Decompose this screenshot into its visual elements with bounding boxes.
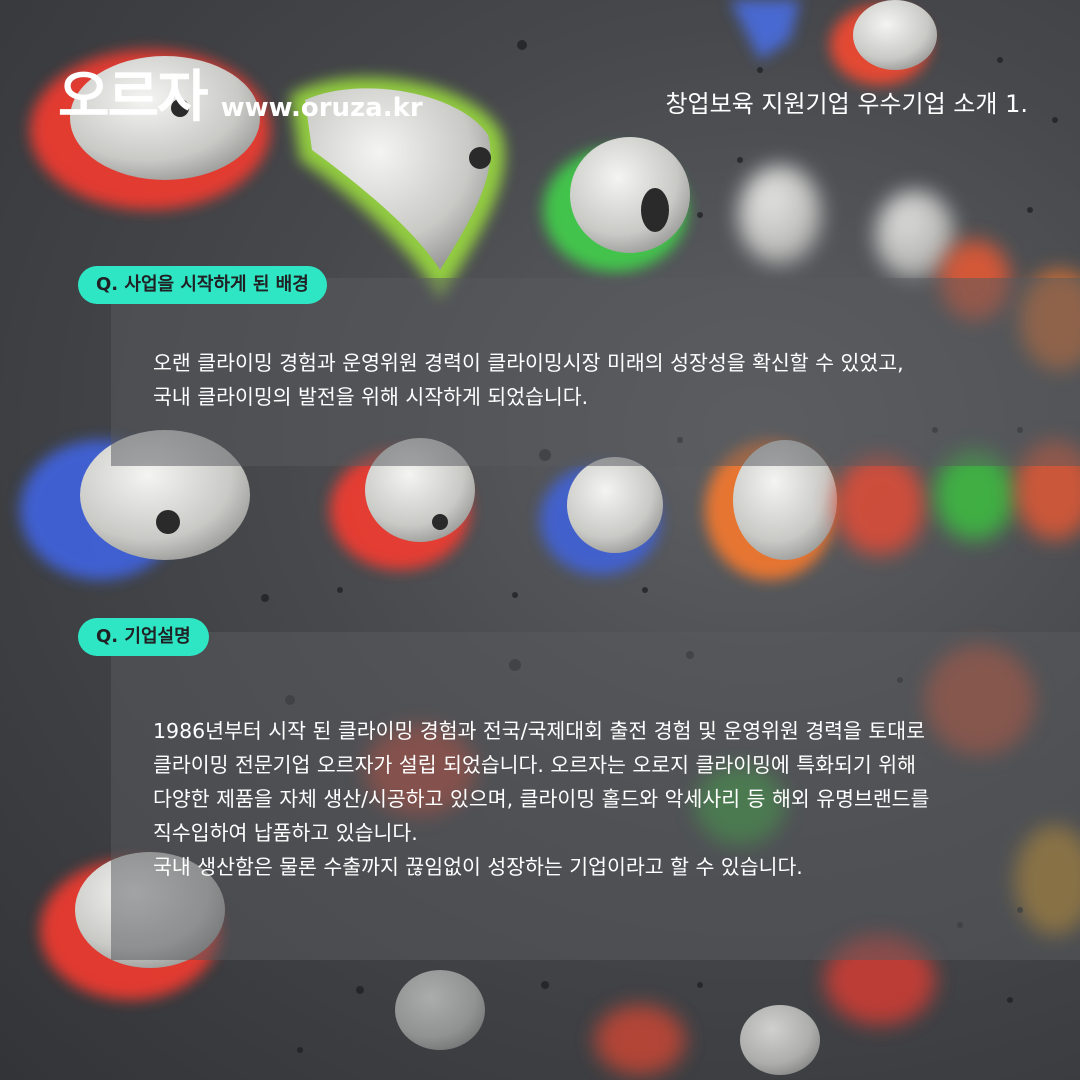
answer-line: 1986년부터 시작 된 클라이밍 경험과 전국/국제대회 출전 경험 및 운영… <box>153 719 925 743</box>
answer-text: 1986년부터 시작 된 클라이밍 경험과 전국/국제대회 출전 경험 및 운영… <box>153 714 929 884</box>
climbing-hold-orange-top <box>830 0 937 85</box>
answer-line: 국내 클라이밍의 발전을 위해 시작하게 되었습니다. <box>153 385 589 409</box>
climbing-wall-card: 오르자 www.oruza.kr 창업보육 지원기업 우수기업 소개 1. Q.… <box>0 0 1080 1080</box>
series-title: 창업보육 지원기업 우수기업 소개 1. <box>665 90 1028 118</box>
brand-url[interactable]: www.oruza.kr <box>221 93 423 123</box>
question-badge: Q. 사업을 시작하게 된 배경 <box>78 266 327 304</box>
brand: 오르자 www.oruza.kr <box>58 52 423 133</box>
answer-line: 직수입하여 납품하고 있습니다. <box>153 821 418 845</box>
climbing-hold-blue-mid <box>540 457 663 575</box>
answer-line: 오랜 클라이밍 경험과 운영위원 경력이 클라이밍시장 미래의 성장성을 확신할… <box>153 351 904 375</box>
question-badge: Q. 기업설명 <box>78 618 209 656</box>
answer-line: 국내 생산함은 물론 수출까지 끊임없이 성장하는 기업이라고 할 수 있습니다… <box>153 855 803 879</box>
answer-line: 클라이밍 전문기업 오르자가 설립 되었습니다. 오르자는 오로지 클라이밍에 … <box>153 753 916 777</box>
brand-name: 오르자 <box>58 65 209 130</box>
answer-line: 다양한 제품을 자체 생산/시공하고 있으며, 클라이밍 홀드와 악세사리 등 … <box>153 787 930 811</box>
climbing-hold-blue-top <box>730 0 800 60</box>
climbing-hold-green <box>543 137 690 272</box>
answer-text: 오랜 클라이밍 경험과 운영위원 경력이 클라이밍시장 미래의 성장성을 확신할… <box>153 346 904 414</box>
